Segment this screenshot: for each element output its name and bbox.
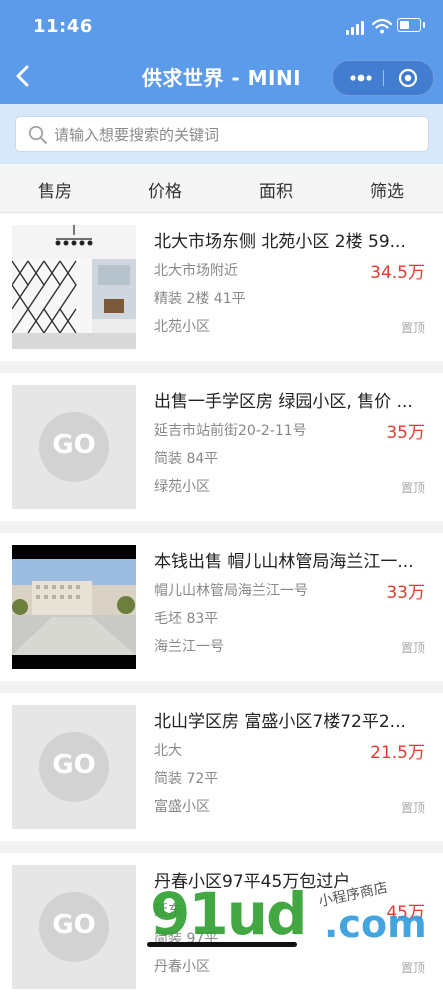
listing-title: 北大市场东侧 北苑小区 2楼 59... (154, 232, 406, 252)
listing-photo-building (12, 545, 136, 669)
listing-title: 出售一手学区房 绿园小区, 售价 ... (154, 392, 413, 412)
header-bar: 11:46 供求世界 - MINI (0, 0, 443, 104)
search-icon (29, 126, 47, 144)
listing-title: 北山学区房 富盛小区7楼72平2... (154, 712, 406, 732)
listing-address: 北大 (154, 743, 182, 759)
listing-price: 21.5万 (370, 743, 425, 763)
status-bar: 11:46 (0, 0, 443, 48)
filter-bar: 售房 价格 面积 筛选 (0, 164, 443, 213)
listing-address: 帽儿山林管局海兰江一号 (154, 583, 308, 599)
watermark-brand: 91ud (150, 880, 308, 948)
battery-icon (397, 18, 425, 32)
placeholder-logo-icon: GO (39, 732, 109, 802)
search-placeholder: 请输入想要搜索的关键词 (54, 126, 220, 144)
listing-placeholder-image: GO (12, 385, 136, 509)
filter-sale[interactable]: 售房 (38, 177, 72, 202)
listing-spec: 毛坯 83平 (154, 611, 219, 627)
site-watermark: 91ud .com 小程序商店 (150, 880, 443, 960)
more-dots-icon[interactable] (349, 61, 373, 95)
listing-price: 33万 (386, 583, 425, 603)
list-item[interactable]: 北大市场东侧 北苑小区 2楼 59... 北大市场附近 34.5万 精装 2楼 … (0, 213, 443, 361)
filter-more[interactable]: 筛选 (370, 177, 404, 202)
pinned-tag: 置顶 (400, 801, 425, 815)
listing-price: 35万 (386, 423, 425, 443)
listing-spec: 精装 2楼 41平 (154, 291, 246, 307)
search-bar: 请输入想要搜索的关键词 (0, 104, 443, 164)
listing-placeholder-image: GO (12, 865, 136, 989)
listing-community: 海兰江一号 (154, 639, 224, 655)
listing-address: 北大市场附近 (154, 263, 238, 279)
home-indicator (147, 942, 297, 947)
filter-price[interactable]: 价格 (148, 177, 182, 202)
listing-address: 延吉市站前街20-2-11号 (154, 423, 307, 439)
status-time: 11:46 (33, 16, 93, 37)
listing-spec: 简装 72平 (154, 771, 219, 787)
pinned-tag: 置顶 (400, 321, 425, 335)
close-target-icon[interactable] (398, 68, 418, 88)
listing-photo-room (12, 225, 136, 349)
wifi-icon (372, 18, 392, 34)
placeholder-logo-icon: GO (39, 412, 109, 482)
listing-community: 北苑小区 (154, 319, 210, 335)
signal-icon (346, 21, 366, 35)
listing-community: 富盛小区 (154, 799, 210, 815)
list-item[interactable]: GO 北山学区房 富盛小区7楼72平2... 北大 21.5万 简装 72平 富… (0, 693, 443, 841)
pinned-tag: 置顶 (400, 961, 425, 975)
listing-price: 34.5万 (370, 263, 425, 283)
filter-area[interactable]: 面积 (259, 177, 293, 202)
pinned-tag: 置顶 (400, 481, 425, 495)
list-item[interactable]: GO 出售一手学区房 绿园小区, 售价 ... 延吉市站前街20-2-11号 3… (0, 373, 443, 521)
listing-community: 绿苑小区 (154, 479, 210, 495)
list-item[interactable]: 本钱出售 帽儿山林管局海兰江一... 帽儿山林管局海兰江一号 33万 毛坯 83… (0, 533, 443, 681)
pinned-tag: 置顶 (400, 641, 425, 655)
listing-title: 本钱出售 帽儿山林管局海兰江一... (154, 552, 414, 572)
listing-spec: 简装 84平 (154, 451, 219, 467)
watermark-domain: .com (324, 902, 427, 946)
mini-program-capsule (332, 60, 434, 96)
capsule-divider (383, 70, 384, 86)
placeholder-logo-icon: GO (39, 892, 109, 962)
listing-placeholder-image: GO (12, 705, 136, 829)
search-input[interactable]: 请输入想要搜索的关键词 (15, 116, 429, 152)
nav-bar: 供求世界 - MINI (0, 52, 443, 100)
